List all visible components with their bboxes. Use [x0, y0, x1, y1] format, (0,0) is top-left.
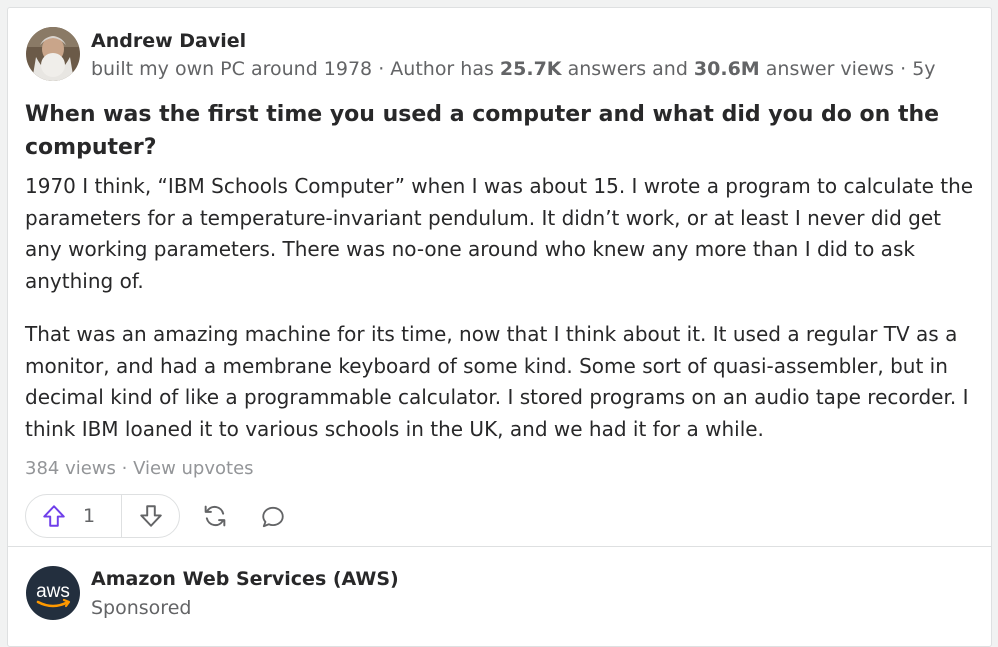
upvote-arrow-icon [43, 505, 65, 527]
comment-bubble-icon [262, 506, 284, 528]
answers-prefix: Author has [390, 58, 500, 80]
answer-body: 1970 I think, “IBM Schools Computer” whe… [25, 171, 975, 467]
downvote-arrow-icon [139, 505, 162, 527]
share-icon [204, 505, 226, 527]
author-credential: built my own PC around 1978 · Author has… [91, 58, 936, 80]
share-button[interactable] [201, 502, 229, 530]
stats-separator: · [115, 458, 134, 479]
meta-separator: · [894, 58, 913, 80]
upvote-count: 1 [83, 505, 96, 527]
aws-logo[interactable]: aws [26, 566, 80, 620]
feed-divider [8, 546, 991, 547]
author-bio[interactable]: built my own PC around 1978 [91, 58, 372, 80]
answer-paragraph: That was an amazing machine for its time… [25, 322, 969, 441]
meta-separator: · [372, 58, 391, 80]
downvote-button[interactable] [122, 495, 179, 537]
sponsor-name[interactable]: Amazon Web Services (AWS) [91, 568, 399, 590]
aws-logo-text: aws [36, 581, 70, 602]
answer-card: Andrew Daviel built my own PC around 197… [7, 7, 992, 647]
views-count-label: 384 views [25, 458, 116, 479]
upvote-button[interactable]: 1 [26, 495, 122, 537]
author-name[interactable]: Andrew Daviel [91, 30, 246, 52]
question-title[interactable]: When was the first time you used a compu… [25, 98, 970, 164]
views-count: 30.6M [693, 58, 760, 80]
views-suffix: answer views [759, 58, 895, 80]
author-avatar[interactable] [26, 27, 80, 81]
sponsored-label: Sponsored [91, 597, 192, 619]
vote-control: 1 [25, 494, 180, 538]
comment-button[interactable] [260, 504, 286, 530]
answers-count: 25.7K [499, 58, 562, 80]
view-upvotes-link[interactable]: View upvotes [133, 458, 253, 479]
answers-mid: answers and [561, 58, 694, 80]
answer-paragraph: 1970 I think, “IBM Schools Computer” whe… [25, 174, 974, 293]
answer-stats: 384 views · View upvotes [25, 458, 254, 479]
answer-age[interactable]: 5y [912, 58, 935, 80]
